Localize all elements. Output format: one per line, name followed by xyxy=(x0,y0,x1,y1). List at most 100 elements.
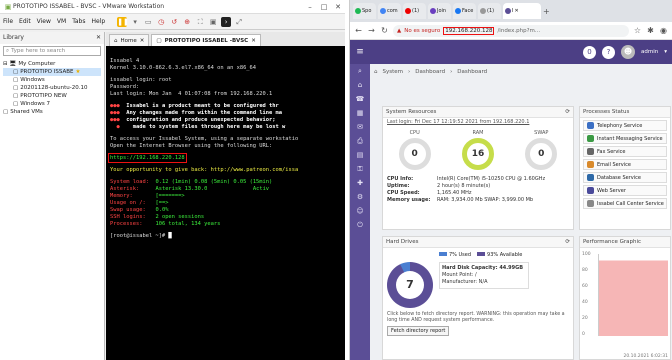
graph-area xyxy=(598,254,668,336)
panel-title: System Resources xyxy=(386,109,437,115)
reports-icon[interactable]: ▤ xyxy=(350,148,370,162)
close-tab-icon[interactable]: ✕ xyxy=(140,38,145,44)
forward-icon[interactable]: → xyxy=(367,26,376,35)
pbx-icon[interactable]: ☎ xyxy=(350,92,370,106)
service-email[interactable]: Email Service xyxy=(583,159,667,170)
extension-icon[interactable]: ✱ xyxy=(646,26,655,35)
close-tab-icon[interactable]: ✕ xyxy=(251,38,256,44)
menu-help[interactable]: Help xyxy=(92,18,106,25)
star-icon[interactable]: ☆ xyxy=(633,26,642,35)
tree-my-computer[interactable]: ⊟ 🖥 My Computer xyxy=(3,60,101,68)
tree-vm-ubuntu[interactable]: ▢ 20201128-ubuntu-20.10 xyxy=(3,84,101,92)
star-icon: ★ xyxy=(75,69,81,75)
refresh-icon[interactable]: ⟳ xyxy=(565,109,570,115)
manage-snapshot-icon[interactable]: ⊕ xyxy=(182,17,192,27)
process-status-panel: Processes Status Telephony Service Insta… xyxy=(579,106,671,230)
service-database[interactable]: Database Service xyxy=(583,172,667,183)
service-web[interactable]: Web Server xyxy=(583,185,667,196)
notifications-badge[interactable]: 0 xyxy=(583,45,596,59)
close-button[interactable]: ✕ xyxy=(331,3,345,11)
tree-vm-prototipo-new[interactable]: ▢ PROTOTIPO NEW xyxy=(3,92,101,100)
user-menu[interactable]: admin xyxy=(641,49,658,55)
term-line: issabel login: root xyxy=(110,77,172,83)
tab-join[interactable]: Join xyxy=(428,3,451,19)
tree-vm-windows[interactable]: ▢ Windows xyxy=(3,76,101,84)
library-search-input[interactable]: ⌕ Type here to search xyxy=(3,46,101,56)
panel-title: Performance Graphic xyxy=(583,239,642,245)
database-icon xyxy=(587,174,594,181)
vm-icon: ▢ xyxy=(13,77,19,83)
menu-tabs[interactable]: Tabs xyxy=(72,18,85,25)
fax-icon[interactable]: ⎙ xyxy=(350,134,370,148)
info-icon[interactable]: ? xyxy=(602,45,615,59)
gauges: CPU 0 RAM 16 SWAP 0 xyxy=(383,126,573,170)
tree-vm-windows7[interactable]: ▢ Windows 7 xyxy=(3,100,101,108)
stretch-icon[interactable]: ⤢ xyxy=(234,17,244,27)
tab-facebook[interactable]: Face xyxy=(453,3,476,19)
menu-edit[interactable]: Edit xyxy=(19,18,31,25)
new-tab-button[interactable]: + xyxy=(543,7,550,16)
dropdown-icon[interactable]: ▾ xyxy=(130,17,140,27)
monitor-icon[interactable]: ▭ xyxy=(143,17,153,27)
snapshot-icon[interactable]: ◷ xyxy=(156,17,166,27)
profile-icon[interactable]: ◉ xyxy=(659,26,668,35)
computer-icon: ⊟ 🖥 xyxy=(3,61,17,67)
tab-spotify[interactable]: Spo xyxy=(353,3,376,19)
chat-icon xyxy=(587,135,594,142)
search-icon[interactable]: ⌕ xyxy=(350,64,370,78)
pause-icon[interactable]: ❚❚ xyxy=(117,16,129,27)
email-icon[interactable]: ✉ xyxy=(350,120,370,134)
avatar[interactable]: ☻ xyxy=(621,45,635,59)
menu-vm[interactable]: VM xyxy=(57,18,66,25)
maximize-button[interactable]: □ xyxy=(317,3,331,11)
refresh-icon[interactable]: ⟳ xyxy=(565,239,570,245)
revert-icon[interactable]: ↺ xyxy=(169,17,179,27)
tab-prototipo[interactable]: ▢ PROTOTIPO ISSABEL -BVSC ✕ xyxy=(151,34,261,46)
system-info: CPU Info: Intel(R) Core(TM) i5-10250 CPU … xyxy=(387,176,546,203)
fetch-report-button[interactable]: Fetch directory report xyxy=(387,326,450,336)
unity-icon[interactable]: ▣ xyxy=(208,17,218,27)
breadcrumb-item[interactable]: Dashboard xyxy=(415,69,445,75)
service-fax[interactable]: Fax Service xyxy=(583,146,667,157)
home-icon[interactable]: ⌂ xyxy=(374,69,378,75)
url-field[interactable]: ▲ No es seguro 192.168.220.128 /index.ph… xyxy=(393,24,629,37)
close-library-icon[interactable]: ✕ xyxy=(96,34,101,42)
service-im[interactable]: Instant Messaging Service xyxy=(583,133,667,144)
menu-view[interactable]: View xyxy=(37,18,51,25)
tree-vm-prototipo-issabel[interactable]: ▢ PROTOTIPO ISSABE ★ xyxy=(3,68,101,76)
extras-icon[interactable]: ✚ xyxy=(350,176,370,190)
fullscreen-icon[interactable]: ⛶ xyxy=(195,17,205,27)
vm-console[interactable]: Issabel 4 Kernel 3.10.0-862.6.3.el7.x86_6… xyxy=(106,46,345,360)
addons-icon[interactable]: ⚙ xyxy=(350,190,370,204)
service-telephony[interactable]: Telephony Service xyxy=(583,120,667,131)
agenda-icon[interactable]: ▦ xyxy=(350,106,370,120)
breadcrumb: ⌂ System › Dashboard › Dashboard xyxy=(374,69,488,75)
term-banner: ●●● Issabel is a product meant to be con… xyxy=(110,103,279,109)
logout-icon[interactable]: ⏻ xyxy=(350,218,370,232)
tab-home[interactable]: ⌂ Home ✕ xyxy=(109,34,150,46)
chevron-down-icon[interactable]: ▾ xyxy=(664,49,667,55)
service-callcenter[interactable]: Issabel Call Center Service xyxy=(583,198,667,209)
tree-shared-vms[interactable]: ▢ Shared VMs xyxy=(3,108,101,116)
security-icon[interactable]: ⚿ xyxy=(350,162,370,176)
user-icon[interactable]: ☺ xyxy=(350,204,370,218)
tab-google[interactable]: com xyxy=(378,3,401,19)
close-tab-icon[interactable]: ✕ xyxy=(514,8,518,14)
console-icon[interactable]: › xyxy=(221,16,232,27)
term-banner: ●●● configuration and produce unexpected… xyxy=(110,117,276,123)
term-prompt: [root@issabel ~]# █ xyxy=(110,233,172,239)
menu-file[interactable]: File xyxy=(3,18,13,25)
dashboard-icon[interactable]: ⌂ xyxy=(350,78,370,92)
tab-other[interactable]: (1) xyxy=(478,3,501,19)
tab-issabel-active[interactable]: I ✕ xyxy=(503,3,541,19)
warning-icon: ▲ xyxy=(397,27,402,34)
breadcrumb-item[interactable]: System xyxy=(383,69,404,75)
reload-icon[interactable]: ↻ xyxy=(380,26,389,35)
term-banner: ●●● Any changes made from within the com… xyxy=(110,110,283,116)
home-icon: ⌂ xyxy=(114,37,118,44)
back-icon[interactable]: ← xyxy=(354,26,363,35)
term-banner: ● made to system files through here may … xyxy=(110,124,286,130)
menu-icon[interactable]: ≡ xyxy=(350,40,370,64)
minimize-button[interactable]: – xyxy=(303,3,317,11)
tab-youtube[interactable]: (1) xyxy=(403,3,426,19)
